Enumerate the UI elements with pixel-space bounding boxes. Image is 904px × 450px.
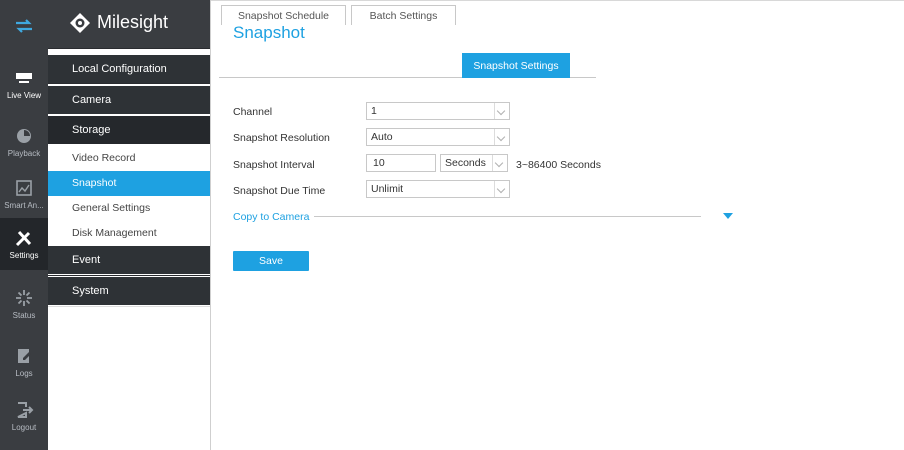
due-time-label: Snapshot Due Time bbox=[233, 185, 326, 197]
rail-live-view[interactable]: Live View bbox=[0, 58, 48, 116]
nav-divider bbox=[48, 83, 210, 84]
rail-label: Logout bbox=[11, 423, 37, 432]
page-title: Snapshot bbox=[233, 23, 305, 42]
swap-arrows-icon bbox=[16, 19, 32, 33]
nav-system[interactable]: System bbox=[48, 277, 210, 305]
channel-select[interactable]: 1 bbox=[366, 102, 510, 120]
logs-icon bbox=[18, 349, 31, 363]
playback-icon bbox=[17, 129, 31, 143]
nav-divider bbox=[48, 275, 210, 276]
channel-value: 1 bbox=[371, 105, 377, 117]
settings-nav: Milesight Local Configuration Camera Sto… bbox=[48, 0, 211, 450]
rail-label: Live View bbox=[6, 91, 42, 100]
tab-batch-settings[interactable]: Batch Settings bbox=[351, 5, 456, 25]
rail-label: Smart An... bbox=[4, 201, 44, 210]
nav-video-record[interactable]: Video Record bbox=[48, 146, 210, 171]
nav-general-settings[interactable]: General Settings bbox=[48, 196, 210, 221]
smart-analysis-icon bbox=[16, 180, 32, 196]
nav-disk-management[interactable]: Disk Management bbox=[48, 221, 210, 246]
channel-label: Channel bbox=[233, 106, 273, 118]
rail-playback[interactable]: Playback bbox=[0, 116, 48, 174]
nav-storage[interactable]: Storage bbox=[48, 116, 210, 144]
expand-triangle-icon[interactable] bbox=[723, 213, 733, 219]
rail-settings[interactable]: Settings bbox=[0, 218, 48, 270]
chevron-down-icon bbox=[492, 155, 507, 171]
rail-label: Settings bbox=[9, 251, 39, 260]
icon-rail: Live View Playback Smart An... Settings … bbox=[0, 0, 48, 450]
milesight-logo-icon bbox=[70, 13, 90, 33]
tab-snapshot-schedule[interactable]: Snapshot Schedule bbox=[221, 5, 346, 25]
nav-event[interactable]: Event bbox=[48, 246, 210, 274]
rail-label: Logs bbox=[15, 369, 33, 378]
copy-divider bbox=[314, 216, 701, 217]
interval-unit-select[interactable]: Seconds bbox=[440, 154, 508, 172]
nav-local-configuration[interactable]: Local Configuration bbox=[48, 55, 210, 83]
interval-range-hint: 3~86400 Seconds bbox=[516, 159, 601, 171]
brand-header: Milesight bbox=[48, 0, 210, 48]
rail-label: Playback bbox=[7, 149, 41, 158]
interval-input[interactable]: 10 bbox=[366, 154, 436, 172]
rail-logs[interactable]: Logs bbox=[0, 336, 48, 394]
nav-camera[interactable]: Camera bbox=[48, 86, 210, 114]
resolution-value: Auto bbox=[371, 131, 393, 143]
tab-snapshot-settings[interactable]: Snapshot Settings bbox=[462, 53, 570, 78]
due-time-select[interactable]: Unlimit bbox=[366, 180, 510, 198]
logout-icon bbox=[17, 402, 34, 418]
nav-divider bbox=[48, 48, 210, 49]
copy-to-camera-toggle[interactable]: Copy to Camera bbox=[233, 211, 309, 223]
due-time-value: Unlimit bbox=[371, 183, 404, 195]
interval-unit-value: Seconds bbox=[445, 157, 486, 169]
nav-snapshot[interactable]: Snapshot bbox=[48, 171, 210, 196]
rail-label: Status bbox=[12, 311, 36, 320]
save-button[interactable]: Save bbox=[233, 251, 309, 271]
rail-toggle[interactable] bbox=[0, 0, 48, 48]
nav-bottom-line bbox=[48, 306, 210, 307]
rail-status[interactable]: Status bbox=[0, 278, 48, 336]
chevron-down-icon bbox=[494, 181, 509, 197]
interval-label: Snapshot Interval bbox=[233, 159, 315, 171]
monitor-icon bbox=[16, 73, 32, 83]
brand-name: Milesight bbox=[97, 12, 169, 32]
resolution-select[interactable]: Auto bbox=[366, 128, 510, 146]
chevron-down-icon bbox=[494, 129, 509, 145]
resolution-label: Snapshot Resolution bbox=[233, 132, 330, 144]
rail-logout[interactable]: Logout bbox=[0, 390, 48, 448]
chevron-down-icon bbox=[494, 103, 509, 119]
main-content: Snapshot Snapshot Schedule Batch Setting… bbox=[211, 0, 904, 450]
status-icon bbox=[16, 290, 32, 306]
wrench-screwdriver-icon bbox=[15, 230, 32, 247]
